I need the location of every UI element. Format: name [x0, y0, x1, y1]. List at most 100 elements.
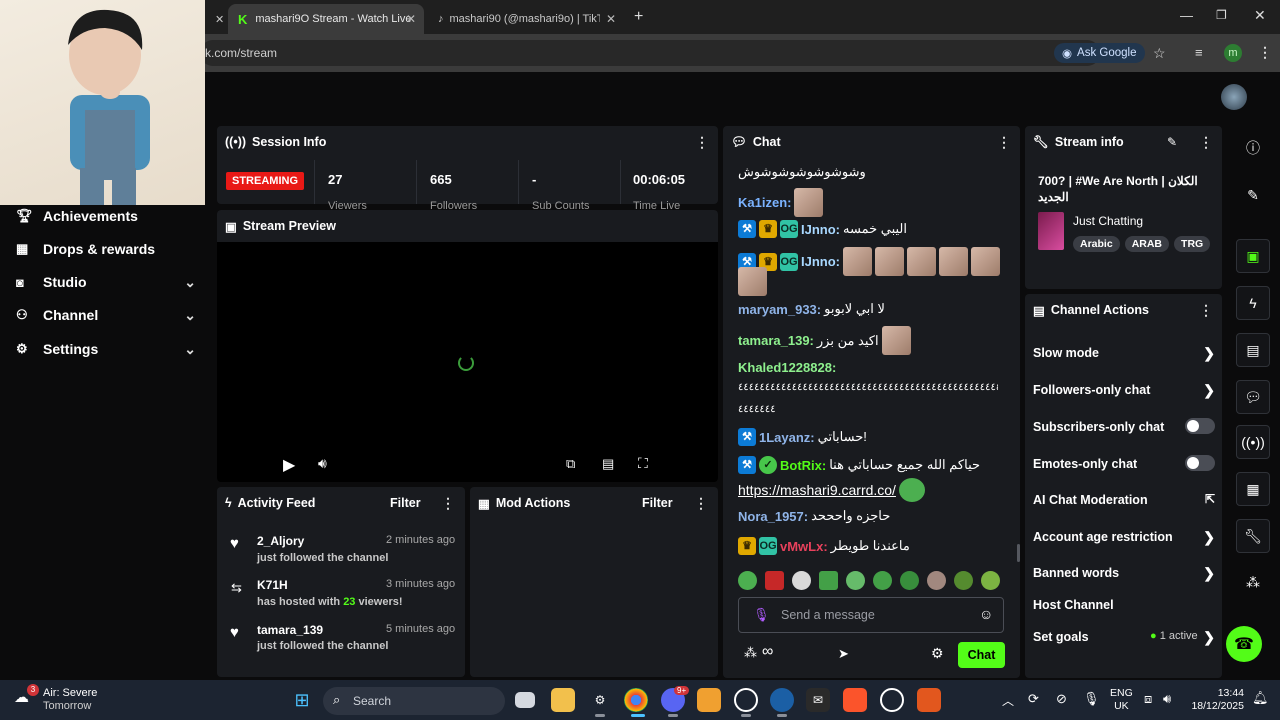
browser-menu-icon[interactable]: ⋮: [1258, 44, 1272, 61]
more-options-icon[interactable]: ⋮: [695, 134, 709, 151]
chevron-down-icon[interactable]: ⌄: [184, 307, 196, 324]
chat-input[interactable]: 🎙︎ Send a message ☺: [738, 597, 1004, 633]
slow-mode-row[interactable]: Slow mode ❯: [1033, 345, 1215, 361]
host-channel-row[interactable]: Host Channel: [1033, 598, 1215, 612]
preview-rail-button[interactable]: ▣: [1236, 239, 1270, 273]
omnibox[interactable]: [200, 40, 1100, 66]
sidebar-item-studio[interactable]: ◙ Studio ⌄: [16, 271, 200, 293]
chat-username[interactable]: IJnno:: [801, 254, 840, 269]
emote-button[interactable]: [792, 571, 811, 590]
more-options-icon[interactable]: ⋮: [694, 495, 708, 512]
chevron-down-icon[interactable]: ⌄: [184, 341, 196, 358]
taskbar-search[interactable]: ⌕ Search: [323, 687, 505, 715]
tab-tiktok[interactable]: ♪ mashari90 (@mashari9o) | TikTo ✕: [428, 4, 624, 34]
fullscreen-icon[interactable]: ⛶: [638, 455, 648, 472]
sidebar-item-channel[interactable]: ⚇ Channel ⌄: [16, 304, 200, 326]
play-button[interactable]: ▶: [283, 455, 295, 475]
emote-button[interactable]: [765, 571, 784, 590]
maximize-button[interactable]: ❐: [1216, 8, 1227, 22]
more-options-icon[interactable]: ⋮: [1199, 134, 1213, 151]
category-name[interactable]: Just Chatting: [1073, 214, 1143, 228]
tray-icon[interactable]: ⊘: [1056, 691, 1067, 707]
microphone-icon[interactable]: 🎙︎: [753, 607, 770, 623]
chat-username[interactable]: IJnno:: [801, 222, 840, 237]
obs-icon[interactable]: [734, 688, 758, 712]
emote-button[interactable]: [846, 571, 865, 590]
file-explorer-icon[interactable]: [551, 688, 575, 712]
chat-username[interactable]: maryam_933:: [738, 302, 821, 317]
more-options-icon[interactable]: ⋮: [441, 495, 455, 512]
ai-moderation-row[interactable]: AI Chat Moderation ⇱: [1033, 492, 1215, 507]
set-goals-row[interactable]: Set goals ● 1 active ❯: [1033, 629, 1215, 645]
close-window-button[interactable]: ✕: [1254, 7, 1266, 24]
chat-link[interactable]: https://mashari9.carrd.co/: [738, 482, 896, 498]
stream-info-rail-button[interactable]: 🔧︎: [1236, 519, 1270, 553]
app-icon[interactable]: ✉: [806, 688, 830, 712]
theater-mode-icon[interactable]: ▤: [602, 456, 614, 472]
emote-button[interactable]: [954, 571, 973, 590]
app-icon[interactable]: [880, 688, 904, 712]
emote-button[interactable]: [738, 571, 757, 590]
emoji-picker-icon[interactable]: ☺: [979, 606, 993, 622]
steam-icon[interactable]: [770, 688, 794, 712]
tab-close-partial[interactable]: ✕: [205, 4, 225, 34]
emotes-only-toggle[interactable]: [1185, 455, 1215, 471]
emote-button[interactable]: [927, 571, 946, 590]
edit-pencil-icon[interactable]: ✎: [1167, 135, 1177, 149]
tag[interactable]: ARAB: [1124, 236, 1170, 252]
sidebar-item-settings[interactable]: ⚙ Settings ⌄: [16, 338, 200, 360]
app-icon[interactable]: [697, 688, 721, 712]
send-chat-button[interactable]: Chat: [958, 642, 1005, 668]
language-indicator[interactable]: ENG UK: [1110, 687, 1133, 713]
chat-username[interactable]: tamara_139:: [738, 333, 814, 348]
chat-username[interactable]: 1Layanz:: [759, 430, 815, 445]
mod-actions-rail-button[interactable]: ▤: [1236, 333, 1270, 367]
chat-rail-button[interactable]: 💬︎: [1236, 380, 1270, 414]
close-icon[interactable]: ✕: [406, 12, 416, 26]
activity-rail-button[interactable]: ϟ: [1236, 286, 1270, 320]
chrome-icon[interactable]: [624, 688, 648, 712]
picture-in-picture-icon[interactable]: ⧉: [566, 456, 575, 472]
app-icon[interactable]: [917, 688, 941, 712]
chat-username[interactable]: Khaled1228828:: [738, 360, 836, 375]
more-options-icon[interactable]: ⋮: [1199, 302, 1213, 319]
channel-actions-rail-button[interactable]: ▦: [1236, 472, 1270, 506]
support-chat-button[interactable]: ☎: [1226, 626, 1262, 662]
emote-button[interactable]: [873, 571, 892, 590]
close-icon[interactable]: ✕: [215, 13, 224, 26]
windows-start-icon[interactable]: ⊞: [290, 688, 314, 712]
chat-username[interactable]: Ka1izen:: [738, 195, 791, 210]
volume-icon[interactable]: 🔊︎: [318, 455, 327, 472]
chat-username[interactable]: BotRix:: [780, 458, 826, 473]
sidebar-item-achievements[interactable]: 🏆︎ Achievements: [16, 205, 200, 227]
edit-pencil-icon[interactable]: ✎: [1236, 178, 1270, 212]
tray-chevron-icon[interactable]: ︿: [1002, 692, 1014, 709]
sync-icon[interactable]: ⟳: [1028, 691, 1039, 707]
sidebar-item-drops[interactable]: ▦ Drops & rewards: [16, 238, 200, 260]
emote-button[interactable]: [819, 571, 838, 590]
emote-button[interactable]: [900, 571, 919, 590]
tag[interactable]: Arabic: [1073, 236, 1120, 252]
activity-user[interactable]: 2_Aljory: [257, 534, 304, 548]
kick-points-icon[interactable]: ⁂: [744, 645, 757, 661]
chat-username[interactable]: Nora_1957:: [738, 509, 808, 524]
tab-stream[interactable]: K mashari9O Stream - Watch Live ✕: [228, 4, 424, 34]
emote-button[interactable]: [981, 571, 1000, 590]
clock[interactable]: 13:44 18/12/2025: [1190, 687, 1244, 713]
profile-avatar[interactable]: m: [1224, 44, 1242, 62]
app-icon[interactable]: ⚙: [588, 688, 612, 712]
network-icon[interactable]: ⧈: [1144, 691, 1152, 707]
close-icon[interactable]: ✕: [606, 12, 616, 26]
notification-icon[interactable]: 🔔︎: [1252, 690, 1269, 706]
brave-icon[interactable]: [843, 688, 867, 712]
task-view-icon[interactable]: [515, 692, 535, 708]
weather-widget[interactable]: ☁ 3 Air: Severe Tomorrow: [14, 684, 104, 714]
ask-google-button[interactable]: ◉ Ask Google: [1054, 43, 1145, 63]
filter-button[interactable]: Filter: [390, 496, 421, 510]
chat-settings-icon[interactable]: ⚙: [931, 645, 944, 662]
media-controls-icon[interactable]: ≡: [1195, 45, 1203, 60]
session-rail-button[interactable]: ((•)): [1236, 425, 1270, 459]
activity-user[interactable]: tamara_139: [257, 623, 323, 637]
banned-words-row[interactable]: Banned words ❯: [1033, 565, 1215, 581]
minimize-button[interactable]: —: [1180, 8, 1193, 23]
